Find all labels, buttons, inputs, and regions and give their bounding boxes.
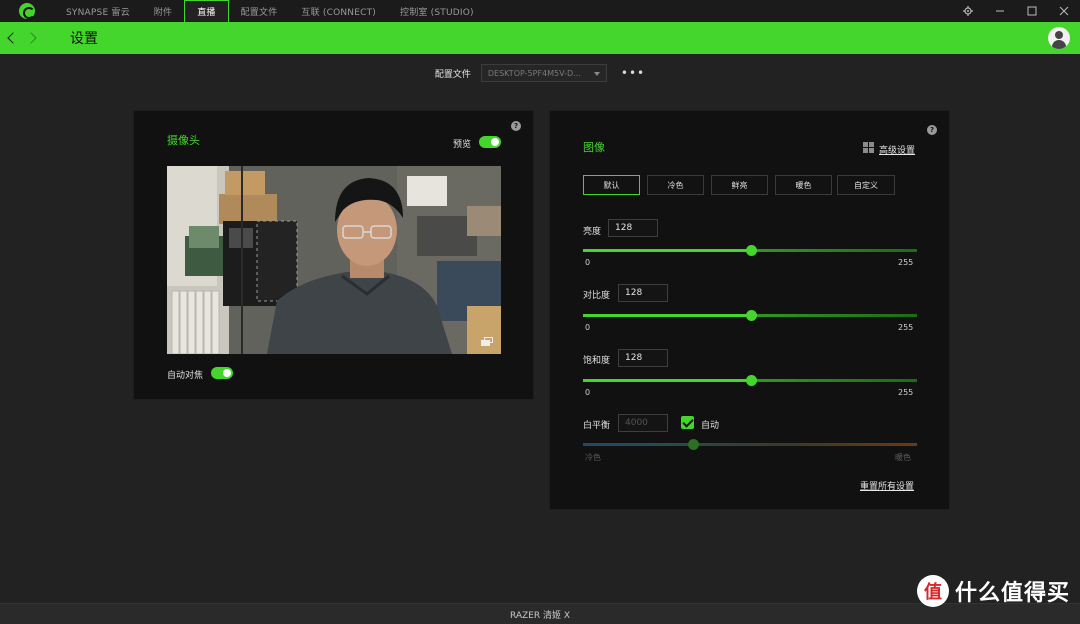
close-icon[interactable]: [1048, 0, 1080, 22]
camera-panel: ? 摄像头 预览 自动对焦: [133, 110, 534, 400]
tab-broadcast[interactable]: 直播: [184, 0, 229, 22]
chevron-left-icon[interactable]: [0, 22, 22, 54]
tab-profiles[interactable]: 配置文件: [229, 0, 290, 22]
gear-icon[interactable]: [952, 0, 984, 22]
watermark-badge: 值: [916, 575, 949, 607]
white-balance-min: 冷色: [585, 453, 601, 462]
profile-selector-row: 配置文件 DESKTOP-5PF4M5V-D... •••: [0, 64, 1080, 82]
chevron-down-icon: [593, 72, 600, 76]
saturation-max: 255: [898, 388, 914, 397]
user-avatar-icon[interactable]: [1048, 27, 1070, 49]
brightness-slider[interactable]: [583, 245, 917, 256]
auto-white-balance-checkbox[interactable]: [681, 416, 694, 429]
image-panel: ? 图像 高级设置 默认 冷色 鲜亮 暖色 自定义 亮度 128 0 255 对…: [549, 110, 950, 510]
camera-preview-image: [167, 166, 501, 354]
chevron-right-icon[interactable]: [22, 22, 44, 54]
preset-warm-button[interactable]: 暖色: [775, 175, 832, 195]
contrast-label: 对比度: [583, 291, 611, 301]
saturation-slider[interactable]: [583, 375, 917, 386]
fullscreen-icon[interactable]: [481, 337, 493, 346]
page-header: 设置: [0, 22, 1080, 54]
reset-all-settings-link[interactable]: 重置所有设置: [860, 479, 914, 492]
contrast-input[interactable]: 128: [618, 284, 668, 302]
contrast-min: 0: [585, 323, 591, 332]
preview-label: 预览: [453, 140, 472, 150]
preset-cool-button[interactable]: 冷色: [647, 175, 704, 195]
razer-logo-icon[interactable]: [0, 0, 54, 22]
saturation-label: 饱和度: [583, 356, 611, 366]
profile-label: 配置文件: [434, 69, 471, 80]
device-name: RAZER 清姬 X: [509, 610, 571, 621]
camera-preview: [167, 166, 501, 354]
watermark: 值 什么值得买: [916, 575, 1070, 607]
white-balance-label: 白平衡: [583, 421, 611, 431]
maximize-icon[interactable]: [1016, 0, 1048, 22]
windows-icon: [863, 142, 875, 154]
profile-dropdown[interactable]: DESKTOP-5PF4M5V-D...: [480, 64, 607, 82]
brightness-input[interactable]: 128: [608, 219, 658, 237]
tab-studio[interactable]: 控制室 (STUDIO): [388, 0, 486, 22]
autofocus-toggle[interactable]: [211, 367, 233, 379]
watermark-text: 什么值得买: [954, 581, 1070, 606]
preset-custom-button[interactable]: 自定义: [837, 175, 895, 195]
slider-thumb[interactable]: [745, 245, 757, 256]
more-options-button[interactable]: •••: [621, 66, 645, 80]
profile-dropdown-value: DESKTOP-5PF4M5V-D...: [487, 68, 581, 78]
camera-section-title: 摄像头: [167, 134, 200, 147]
slider-thumb[interactable]: [745, 310, 757, 321]
top-nav-bar: SYNAPSE 雷云 附件 直播 配置文件 互联 (CONNECT) 控制室 (…: [0, 0, 1080, 22]
tab-synapse[interactable]: SYNAPSE 雷云: [54, 0, 142, 22]
contrast-slider[interactable]: [583, 310, 917, 321]
preset-vivid-button[interactable]: 鲜亮: [711, 175, 768, 195]
tab-connect[interactable]: 互联 (CONNECT): [289, 0, 388, 22]
auto-label: 自动: [701, 421, 720, 431]
tab-accessories[interactable]: 附件: [142, 0, 184, 22]
white-balance-slider[interactable]: [583, 439, 917, 450]
help-icon[interactable]: ?: [511, 121, 521, 131]
preset-default-button[interactable]: 默认: [583, 175, 640, 195]
image-section-title: 图像: [583, 141, 605, 154]
white-balance-max: 暖色: [895, 453, 911, 462]
preview-toggle[interactable]: [479, 136, 501, 148]
saturation-input[interactable]: 128: [618, 349, 668, 367]
slider-thumb[interactable]: [688, 439, 700, 450]
minimize-icon[interactable]: [984, 0, 1016, 22]
slider-thumb[interactable]: [745, 375, 757, 386]
brightness-min: 0: [585, 258, 591, 267]
help-icon[interactable]: ?: [927, 125, 937, 135]
contrast-max: 255: [898, 323, 914, 332]
saturation-min: 0: [585, 388, 591, 397]
brightness-label: 亮度: [583, 227, 602, 237]
advanced-settings-link[interactable]: 高级设置: [879, 143, 915, 156]
brightness-max: 255: [898, 258, 914, 267]
autofocus-label: 自动对焦: [167, 371, 204, 381]
white-balance-input[interactable]: 4000: [618, 414, 668, 432]
page-title: 设置: [70, 31, 98, 47]
